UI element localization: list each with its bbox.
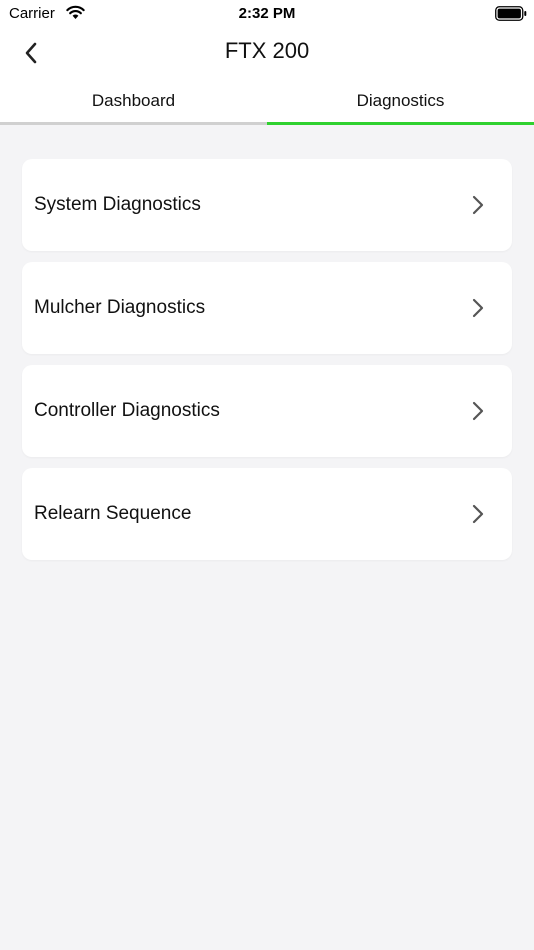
tab-diagnostics[interactable]: Diagnostics: [267, 76, 534, 125]
menu-item-controller-diagnostics[interactable]: Controller Diagnostics: [22, 365, 512, 457]
page-title: FTX 200: [224, 38, 310, 63]
battery-icon: [495, 6, 527, 21]
chevron-right-icon: [472, 195, 484, 215]
status-bar: Carrier 2:32 PM: [0, 0, 534, 28]
clock: 2:32 PM: [238, 5, 296, 22]
menu-item-label: Relearn Sequence: [34, 503, 192, 524]
menu-item-label: Controller Diagnostics: [34, 400, 220, 421]
menu-item-relearn-sequence[interactable]: Relearn Sequence: [22, 468, 512, 560]
tab-dashboard[interactable]: Dashboard: [0, 76, 267, 125]
navigation-bar: FTX 200: [0, 28, 534, 76]
tab-dashboard-indicator: [0, 122, 267, 125]
menu-item-label: System Diagnostics: [34, 194, 201, 215]
menu-item-label: Mulcher Diagnostics: [34, 297, 206, 318]
chevron-right-icon: [472, 504, 484, 524]
chevron-right-icon: [472, 401, 484, 421]
menu-item-mulcher-diagnostics[interactable]: Mulcher Diagnostics: [22, 262, 512, 354]
screen: Carrier 2:32 PM FTX 200 Dashboard Diagno…: [0, 0, 534, 950]
tab-bar: Dashboard Diagnostics: [0, 76, 534, 125]
tab-diagnostics-indicator: [267, 122, 534, 125]
menu-item-system-diagnostics[interactable]: System Diagnostics: [22, 159, 512, 251]
chevron-right-icon: [472, 298, 484, 318]
tab-dashboard-label: Dashboard: [91, 91, 176, 110]
tab-diagnostics-label: Diagnostics: [356, 91, 445, 110]
diagnostics-menu: System Diagnostics Mulcher Diagnostics C…: [22, 159, 512, 571]
